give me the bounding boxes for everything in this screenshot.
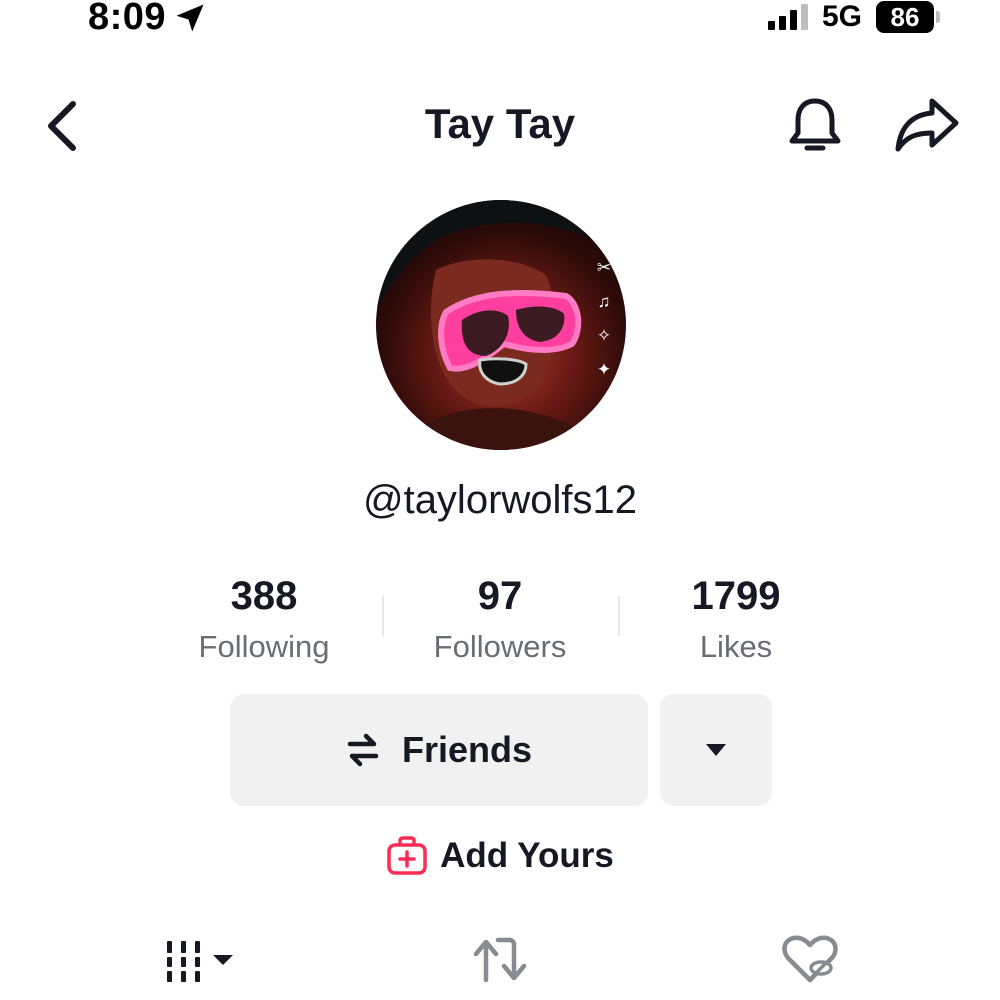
share-arrow-icon <box>895 98 959 152</box>
following-count: 388 <box>230 574 298 618</box>
status-indicators: 5G 86 <box>767 0 940 34</box>
likes-count: 1799 <box>691 574 781 618</box>
swap-arrows-icon <box>347 733 379 767</box>
suggested-accounts-dropdown[interactable] <box>660 694 772 806</box>
search-sparkle-icon: ✧ <box>596 326 612 345</box>
share-button[interactable] <box>892 92 962 158</box>
add-yours-icon <box>387 836 427 875</box>
magic-wand-icon: ✦ <box>596 360 612 379</box>
stat-followers[interactable]: 97 Followers <box>380 570 620 670</box>
profile-avatar[interactable]: ✂ ♫ ✧ ✦ <box>376 200 626 450</box>
likes-label: Likes <box>699 629 773 664</box>
status-time: 8:09 <box>88 0 208 39</box>
page-title: Tay Tay <box>424 100 576 147</box>
signal-icon <box>767 4 808 30</box>
following-label: Following <box>198 629 330 664</box>
repost-icon <box>473 937 527 983</box>
friends-button[interactable]: Friends <box>230 694 648 806</box>
stat-following[interactable]: 388 Following <box>144 570 384 670</box>
tab-reposts[interactable] <box>460 930 540 990</box>
caret-down-icon <box>706 744 726 756</box>
network-type: 5G <box>821 0 862 33</box>
stat-likes[interactable]: 1799 Likes <box>616 570 856 670</box>
add-yours-button[interactable]: Add Yours <box>0 836 1000 876</box>
music-note-icon: ♫ <box>597 292 611 311</box>
friends-label: Friends <box>401 729 533 770</box>
tab-videos[interactable] <box>150 930 250 990</box>
avatar-photo <box>376 200 626 450</box>
notifications-button[interactable] <box>784 94 846 158</box>
followers-count: 97 <box>477 574 523 618</box>
battery-icon: 86 <box>876 1 940 33</box>
location-arrow-icon <box>176 4 204 31</box>
liked-hidden-icon <box>782 935 838 983</box>
battery-level: 86 <box>890 1 920 32</box>
scissors-icon: ✂ <box>596 258 612 277</box>
add-yours-label: Add Yours <box>440 836 614 875</box>
videos-grid-icon <box>167 941 233 982</box>
status-time-text: 8:09 <box>88 0 167 38</box>
tab-liked[interactable] <box>770 930 850 990</box>
bell-icon <box>789 98 841 151</box>
followers-label: Followers <box>433 629 567 664</box>
avatar-tools: ✂ ♫ ✧ ✦ <box>594 258 614 380</box>
username: @taylorwolfs12 <box>362 478 638 522</box>
